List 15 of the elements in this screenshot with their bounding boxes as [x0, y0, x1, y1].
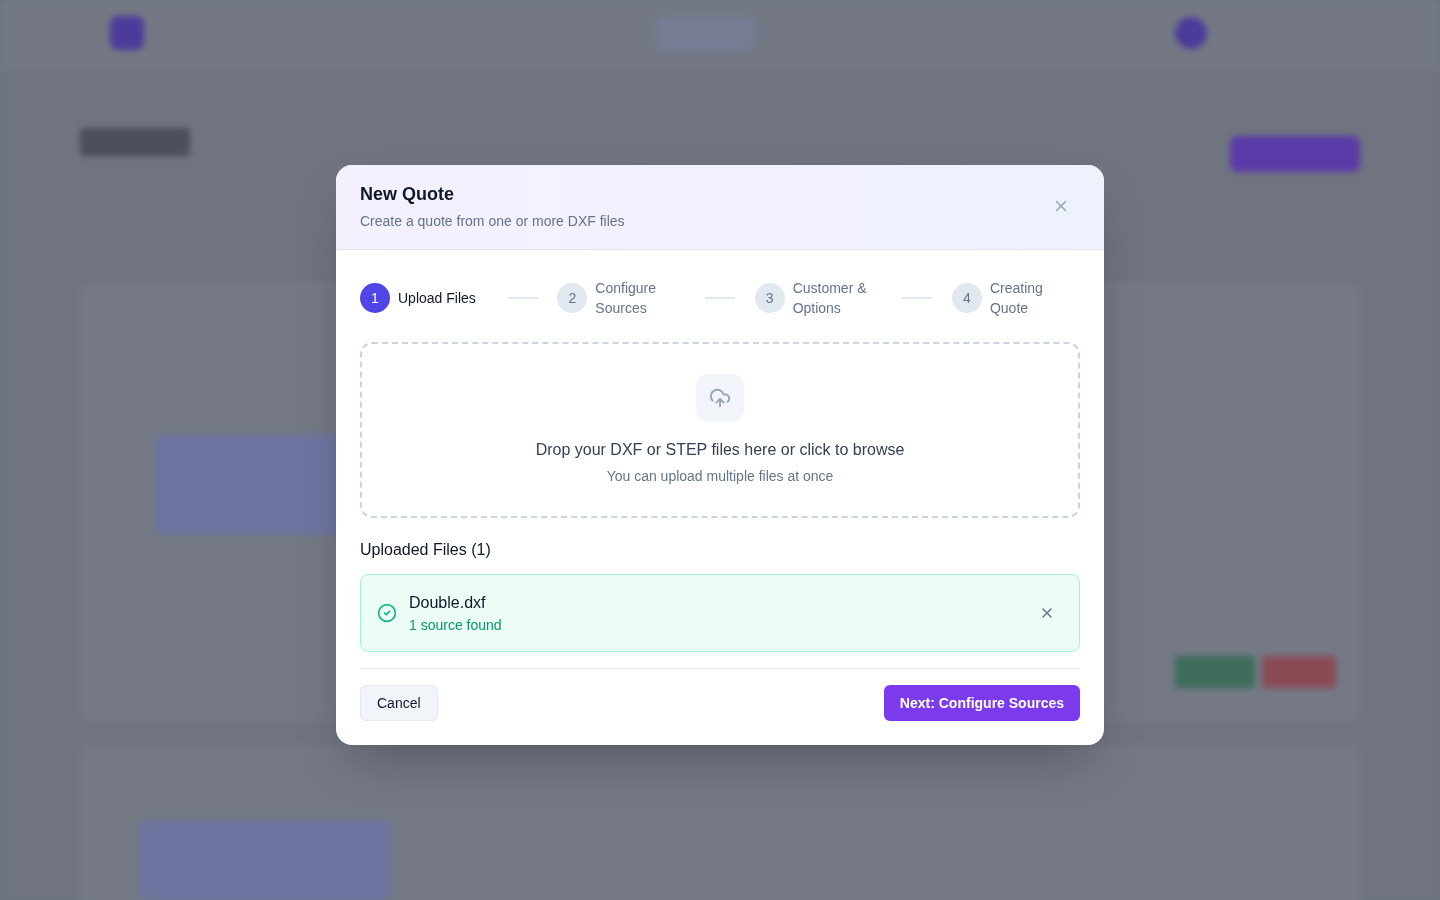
dialog-title: New Quote: [360, 183, 455, 205]
step[interactable]: 3 Customer & Options: [754, 278, 883, 318]
cancel-button[interactable]: Cancel: [360, 685, 438, 721]
file-name: Double.dxf: [409, 592, 487, 613]
step[interactable]: 1 Upload Files: [360, 283, 488, 313]
uploaded-files-heading: Uploaded Files (1): [360, 540, 492, 560]
file-dropzone[interactable]: Drop your DXF or STEP files here or click to browse You can upload multiple files at once: [360, 342, 1080, 518]
step[interactable]: 2 Configure Sources: [557, 278, 686, 318]
dialog-subtitle: Create a quote from one or more DXF files: [360, 212, 625, 231]
next-button[interactable]: Next: Configure Sources: [883, 685, 1080, 721]
dropzone-title: Drop your DXF or STEP files here or click to browse: [535, 439, 905, 460]
cloud-upload-icon: [696, 373, 744, 422]
file-status: 1 source found: [409, 615, 503, 635]
dropzone-hint: You can upload multiple files at once: [606, 466, 834, 486]
step[interactable]: 4 Creating Quote: [951, 278, 1080, 318]
